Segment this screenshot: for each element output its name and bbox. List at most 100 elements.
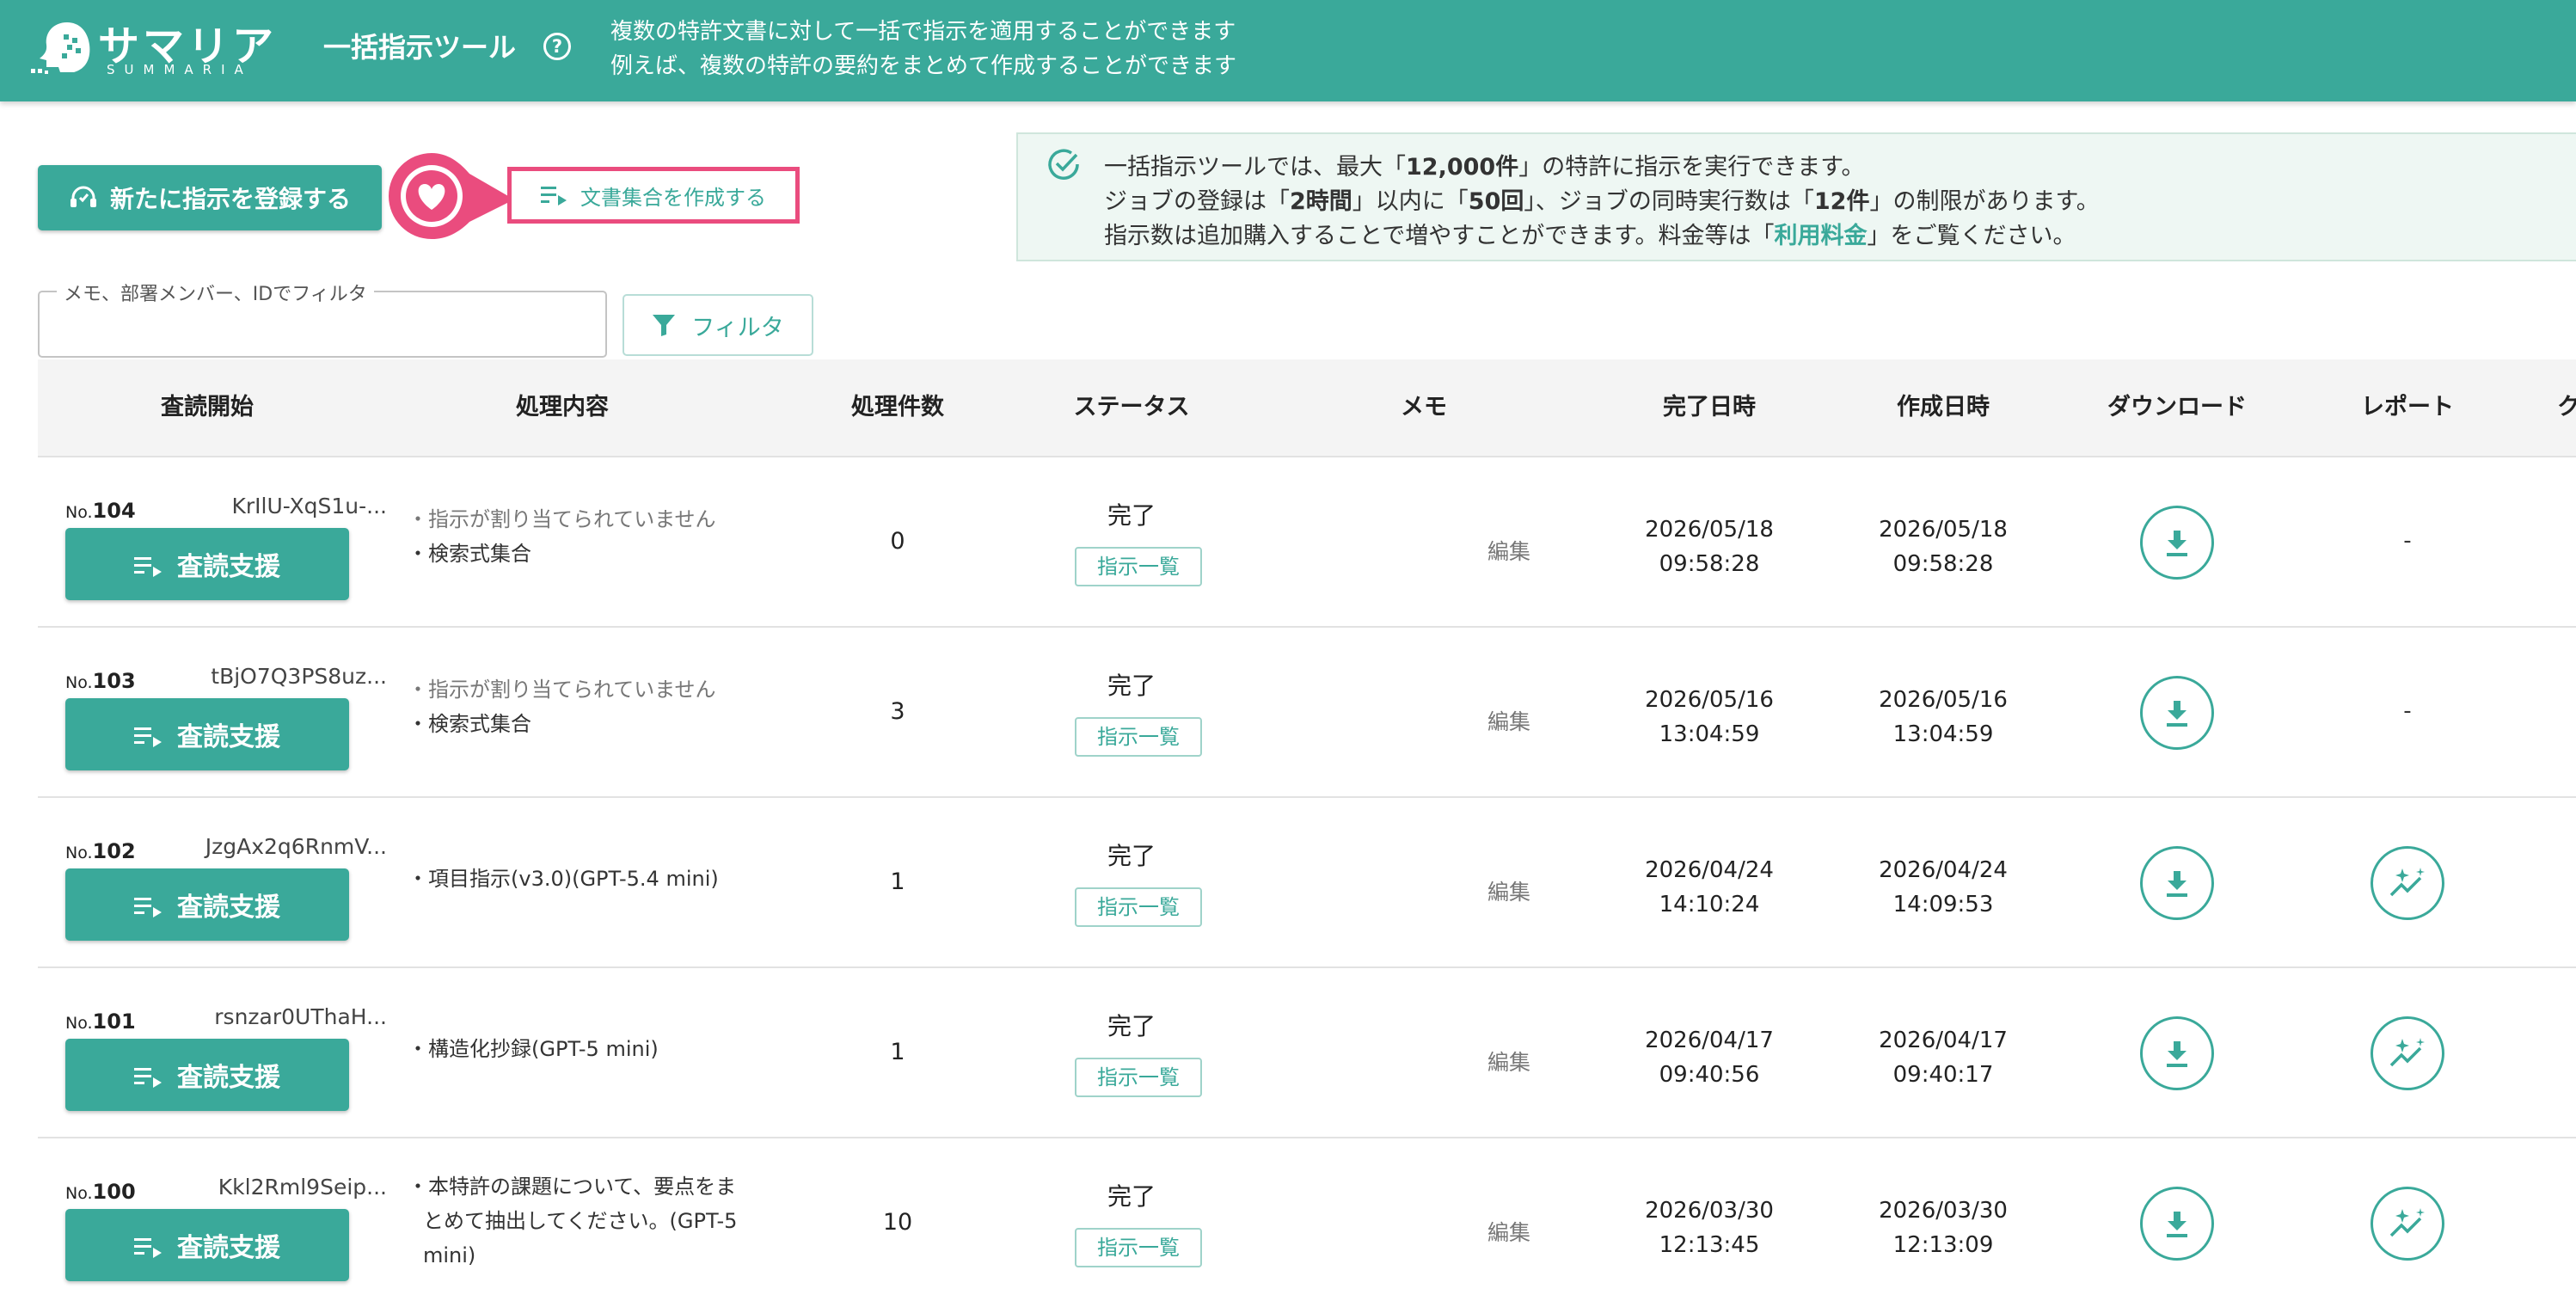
job-id: rsnzar0UThaH... [214, 1004, 387, 1029]
process-count: 1 [890, 868, 905, 895]
playlist-play-icon [134, 557, 162, 577]
table-row: No.104 KrIlU-XqS1u-... 査読支援 ・指示が割り当てられてい… [38, 457, 2576, 628]
report-button[interactable] [2371, 1016, 2444, 1090]
download-button[interactable] [2140, 676, 2214, 750]
logo-subtext: SUMMARIA [107, 62, 253, 77]
filter-button-label: フィルタ [691, 314, 784, 341]
report-button[interactable] [2371, 846, 2444, 920]
report-empty: - [2403, 698, 2412, 724]
help-icon[interactable]: ? [543, 33, 571, 60]
column-header-report: レポート [2361, 394, 2454, 420]
review-support-button[interactable]: 査読支援 [65, 698, 349, 770]
review-support-label: 査読支援 [177, 1233, 280, 1263]
pricing-link[interactable]: 利用料金 [1775, 223, 1868, 249]
info-line-1: 一括指示ツールでは、最大「12,000件」の特許に指示を実行できます。 [1104, 154, 1865, 181]
filter-input[interactable] [40, 292, 605, 356]
table-row: No.103 tBjO7Q3PS8uz... 査読支援 ・指示が割り当てられてい… [38, 628, 2576, 798]
status-text: 完了 [1107, 842, 1156, 870]
app-header: サマリア SUMMARIA 一括指示ツール ? 複数の特許文書に対して一括で指示… [0, 0, 2576, 101]
completed-datetime: 2026/04/24 14:10:24 [1645, 857, 1774, 917]
download-button[interactable] [2140, 1016, 2214, 1090]
instruction-list-button[interactable]: 指示一覧 [1075, 1058, 1202, 1097]
status-text: 完了 [1107, 672, 1156, 700]
created-datetime: 2026/05/16 13:04:59 [1879, 687, 2008, 747]
completed-datetime: 2026/05/18 09:58:28 [1645, 517, 1774, 577]
playlist-play-icon [134, 1068, 162, 1088]
playlist-icon [541, 187, 567, 206]
info-line-3: 指示数は追加購入することで増やすことができます。料金等は「利用料金」をご覧くださ… [1104, 223, 2076, 249]
download-button[interactable] [2140, 1187, 2214, 1261]
process-content: ・指示が割り当てられていません ・検索式集合 [408, 507, 716, 566]
review-support-label: 査読支援 [177, 722, 280, 752]
process-content: ・指示が割り当てられていません ・検索式集合 [408, 678, 716, 736]
instruction-list-button[interactable]: 指示一覧 [1075, 547, 1202, 586]
column-header-status: ステータス [1073, 394, 1190, 420]
filter-button[interactable]: フィルタ [623, 294, 813, 356]
download-icon [2167, 871, 2187, 897]
header-description-line-1: 複数の特許文書に対して一括で指示を適用することができます [610, 19, 1236, 45]
created-datetime: 2026/05/18 09:58:28 [1879, 517, 2008, 577]
register-instruction-label: 新たに指示を登録する [109, 185, 351, 213]
download-icon [2167, 531, 2187, 556]
column-header-completed: 完了日時 [1663, 394, 1756, 420]
instruction-list-button[interactable]: 指示一覧 [1075, 717, 1202, 757]
register-instruction-button[interactable]: 新たに指示を登録する [38, 165, 382, 230]
download-button[interactable] [2140, 846, 2214, 920]
memo-edit-link[interactable]: 編集 [1487, 535, 1530, 566]
process-content: ・項目指示(v3.0)(GPT-5.4 mini) [408, 867, 719, 891]
memo-edit-link[interactable]: 編集 [1487, 1216, 1530, 1247]
sparkle-chart-icon [2389, 1208, 2425, 1237]
filter-field: メモ、部署メンバー、IDでフィルタ [38, 279, 607, 358]
info-notice: 一括指示ツールでは、最大「12,000件」の特許に指示を実行できます。 ジョブの… [1016, 132, 2576, 261]
sparkle-chart-icon [2389, 868, 2425, 897]
playlist-play-icon [134, 727, 162, 747]
review-support-label: 査読支援 [177, 893, 280, 923]
status-text: 完了 [1107, 501, 1156, 530]
column-header-process: 処理内容 [516, 394, 609, 420]
review-support-button[interactable]: 査読支援 [65, 1209, 349, 1281]
download-button[interactable] [2140, 506, 2214, 580]
playlist-play-icon [134, 1238, 162, 1258]
column-header-memo: メモ [1401, 394, 1447, 420]
process-count: 3 [890, 698, 905, 725]
completed-datetime: 2026/05/16 13:04:59 [1645, 687, 1774, 747]
download-icon [2167, 1212, 2187, 1237]
process-content: ・本特許の課題について、要点をま とめて抽出してください。(GPT-5 mini… [408, 1175, 738, 1267]
review-support-label: 査読支援 [177, 1063, 280, 1093]
created-datetime: 2026/04/17 09:40:17 [1879, 1028, 2008, 1088]
page-title: 一括指示ツール [323, 31, 517, 64]
review-support-button[interactable]: 査読支援 [65, 1039, 349, 1111]
memo-edit-link[interactable]: 編集 [1487, 1046, 1530, 1077]
row-number: No.101 [65, 1009, 136, 1034]
download-icon [2167, 701, 2187, 727]
info-line-2: ジョブの登録は「2時間」以内に「50回」、ジョブの同時実行数は「12件」の制限が… [1104, 188, 2100, 215]
job-id: tBjO7Q3PS8uz... [211, 664, 387, 689]
review-support-button[interactable]: 査読支援 [65, 528, 349, 600]
table-row: No.102 JzgAx2q6RnmV... 査読支援 ・項目指示(v3.0)(… [38, 798, 2576, 968]
headset-icon [70, 186, 96, 207]
column-header-review-start: 査読開始 [161, 394, 254, 420]
instruction-list-button[interactable]: 指示一覧 [1075, 1228, 1202, 1267]
column-header-truncated: ク [2557, 394, 2576, 420]
row-number: No.100 [65, 1180, 136, 1204]
table-row: No.101 rsnzar0UThaH... 査読支援 ・構造化抄録(GPT-5… [38, 968, 2576, 1138]
sparkle-chart-icon [2389, 1038, 2425, 1067]
create-document-set-button[interactable]: 文書集合を作成する [507, 167, 800, 224]
process-content: ・構造化抄録(GPT-5 mini) [408, 1037, 659, 1061]
process-count: 0 [890, 528, 905, 555]
table-header: 査読開始 処理内容 処理件数 ステータス メモ 完了日時 作成日時 ダウンロード… [38, 359, 2576, 457]
status-text: 完了 [1107, 1182, 1156, 1211]
memo-edit-link[interactable]: 編集 [1487, 875, 1530, 906]
job-id: Kkl2Rml9Seip... [218, 1175, 387, 1200]
review-support-button[interactable]: 査読支援 [65, 868, 349, 941]
create-document-set-label: 文書集合を作成する [580, 185, 766, 210]
instruction-list-button[interactable]: 指示一覧 [1075, 887, 1202, 927]
column-header-count: 処理件数 [851, 394, 944, 420]
report-button[interactable] [2371, 1187, 2444, 1261]
job-id: JzgAx2q6RnmV... [205, 834, 387, 859]
job-id: KrIlU-XqS1u-... [231, 494, 387, 519]
row-number: No.103 [65, 669, 136, 693]
heart-pin-icon [389, 153, 514, 239]
memo-edit-link[interactable]: 編集 [1487, 705, 1530, 736]
completed-datetime: 2026/03/30 12:13:45 [1645, 1198, 1774, 1258]
